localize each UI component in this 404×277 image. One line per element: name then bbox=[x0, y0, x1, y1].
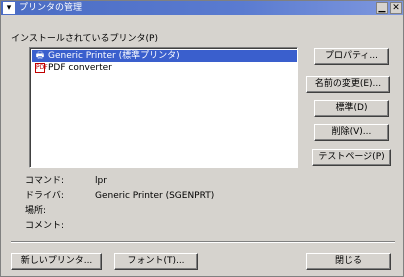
location-label: 場所: bbox=[25, 206, 47, 216]
test-page-button[interactable]: テストページ(P) bbox=[312, 149, 391, 166]
title-bar[interactable]: ▾ プリンタの管理 ▁ ✕ bbox=[1, 1, 403, 15]
list-item[interactable]: PDF PDF converter bbox=[32, 62, 297, 74]
printer-list[interactable]: 🖶 Generic Printer (標準プリンタ) PDF PDF conve… bbox=[29, 47, 298, 168]
window-title: プリンタの管理 bbox=[19, 3, 83, 13]
delete-button[interactable]: 削除(V)... bbox=[314, 124, 389, 141]
comment-label: コメント: bbox=[25, 221, 65, 231]
printer-manager-window: ▾ プリンタの管理 ▁ ✕ インストールされているプリンタ(P) 🖶 Gener… bbox=[0, 0, 404, 277]
minimize-icon[interactable]: ▁ bbox=[376, 2, 388, 14]
set-default-button[interactable]: 標準(D) bbox=[314, 100, 389, 117]
driver-label: ドライバ: bbox=[25, 191, 64, 201]
divider bbox=[11, 241, 395, 243]
pdf-icon: PDF bbox=[35, 63, 48, 73]
fonts-button[interactable]: フォント(T)... bbox=[114, 253, 198, 270]
printer-name: Generic Printer (標準プリンタ) bbox=[48, 51, 180, 61]
properties-button[interactable]: プロパティ... bbox=[314, 48, 389, 65]
close-button[interactable]: 閉じる bbox=[306, 253, 391, 270]
rename-button[interactable]: 名前の変更(E)... bbox=[306, 76, 390, 93]
system-menu-icon[interactable]: ▾ bbox=[3, 2, 15, 14]
command-label: コマンド: bbox=[25, 176, 65, 186]
new-printer-button[interactable]: 新しいプリンタ... bbox=[11, 253, 102, 270]
command-value: lpr bbox=[95, 176, 107, 186]
printer-name: PDF converter bbox=[48, 63, 112, 73]
printer-icon: 🖶 bbox=[35, 51, 45, 61]
driver-value: Generic Printer (SGENPRT) bbox=[95, 191, 215, 201]
installed-printers-label: インストールされているプリンタ(P) bbox=[11, 34, 159, 44]
list-item[interactable]: 🖶 Generic Printer (標準プリンタ) bbox=[32, 50, 297, 62]
close-icon[interactable]: ✕ bbox=[390, 2, 402, 14]
